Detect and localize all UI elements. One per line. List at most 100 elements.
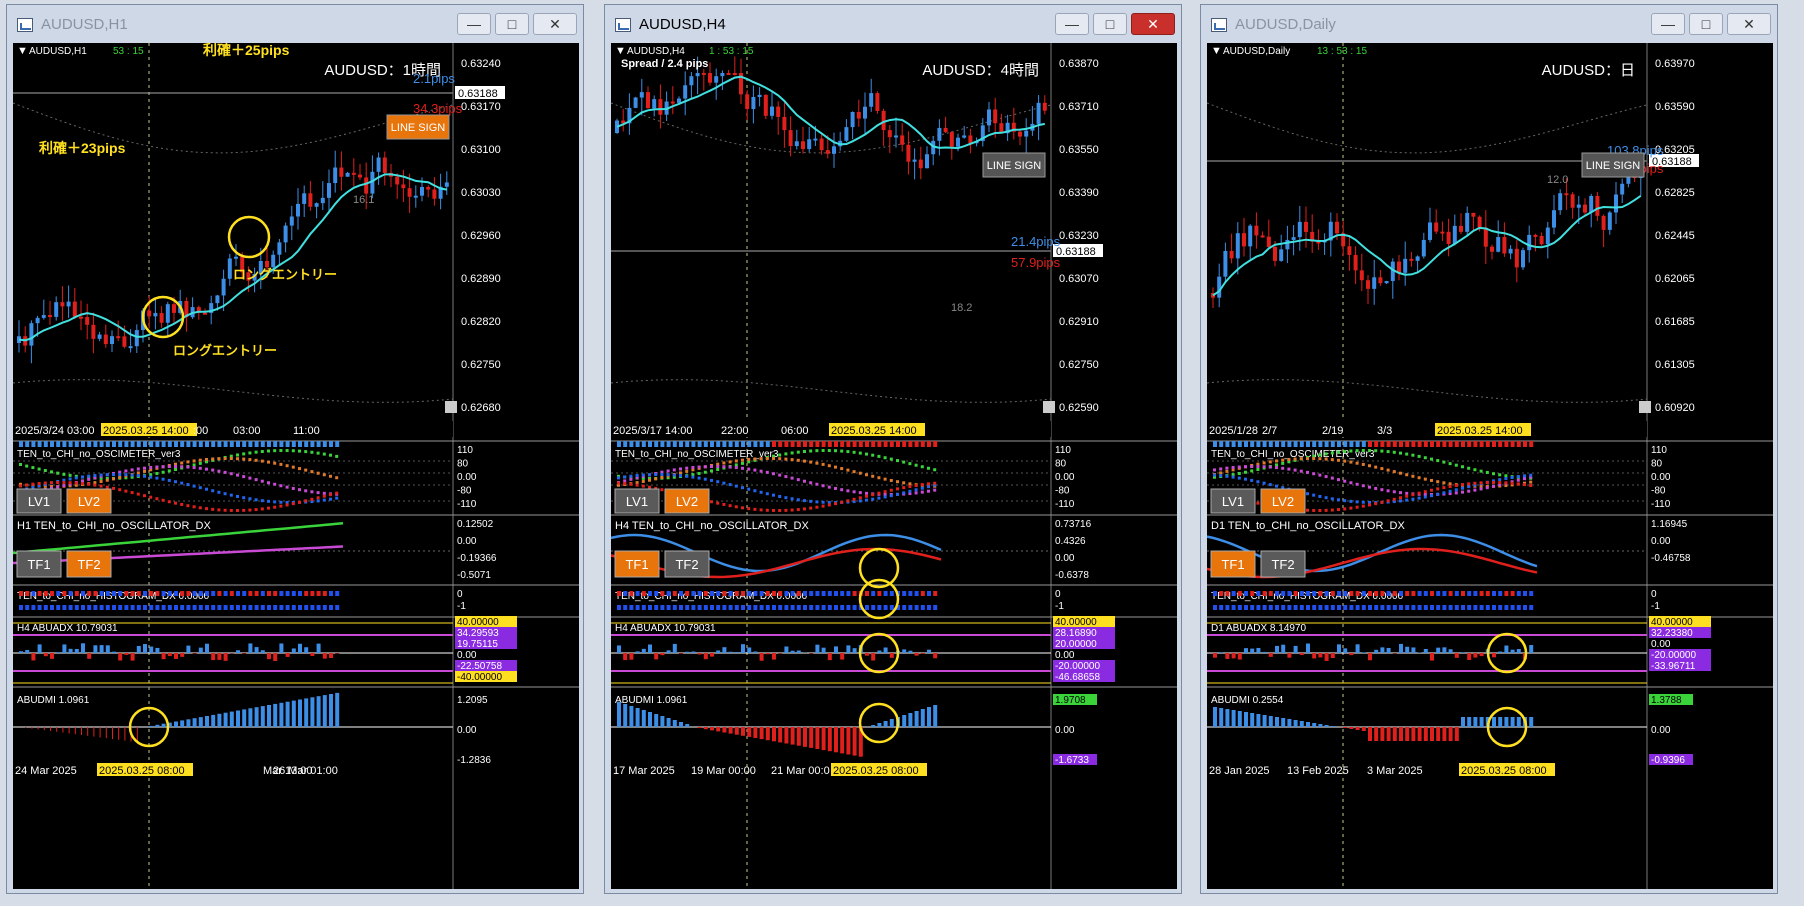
oscimeter-dot [877,496,881,500]
chart-area[interactable]: 0.63870 0.63710 0.63550 0.63390 0.63230 0.630… [611,43,1177,889]
adx-pane[interactable]: D1 ABUADX 8.1497040.0000032.233800.00-20… [1207,616,1711,684]
symbol-label: AUDUSD,Daily [1223,46,1290,57]
histogram-pane[interactable]: TEN_to_CHI_no_HISTOGRAM_DX 0.0000 0-1 [1211,589,1660,612]
histogram-pane[interactable]: TEN_to_CHI_no_HISTOGRAM_DX 0.0000 0-1 [615,589,1064,612]
oscimeter-dot [753,507,757,511]
lv1-button[interactable]: LV1 [614,488,660,514]
maximize-button[interactable]: □ [495,13,529,35]
oscimeter-dot [1467,466,1471,470]
dmi-pane[interactable]: ABUDMI 1.0961 1.20950.00-1.2836 [13,692,491,766]
adx-bar [883,647,888,653]
collapse-icon[interactable]: ▼ [17,45,28,57]
oscimeter-pane[interactable]: TEN_to_CHI_no_OSCIMETER_ver3 110800.00-80… [611,445,1075,514]
oscimeter-dot [759,508,763,512]
trend-strip-cell [1510,441,1515,447]
oscillator-dx-pane[interactable]: H1 TEN_to_CHI_no_OSCILLATOR_DX 0.125020.0… [13,519,497,581]
candle-body [401,184,406,189]
histogram-pane[interactable]: TEN_to_CHI_no_HISTOGRAM_DX 0.0000 0-1 [17,589,466,612]
oscimeter-dot [865,491,868,495]
collapse-icon[interactable]: ▼ [615,45,626,57]
minimize-button[interactable]: — [1055,13,1089,35]
line-sign-button[interactable]: LINE SIGN [1581,152,1645,178]
scroll-plus-icon[interactable] [1043,401,1055,413]
line-sign-button[interactable]: LINE SIGN [386,114,450,140]
trend-strip-cell [1399,441,1403,447]
time-tick-label: 06:00 [781,425,809,437]
oscimeter-dot [1275,463,1278,467]
maximize-button[interactable]: □ [1689,13,1723,35]
histogram-cell [229,605,234,610]
candle-body [776,106,781,117]
close-button[interactable]: ✕ [533,13,577,35]
scroll-plus-icon[interactable] [445,401,457,413]
histogram-cell [654,605,659,610]
oscimeter-dot [1281,461,1285,465]
candle-body [701,73,706,75]
tf2-button[interactable]: TF2 [1260,550,1306,578]
lv2-button[interactable]: LV2 [1260,488,1306,514]
candle-body [1366,280,1370,289]
oscimeter-pane[interactable]: TEN_to_CHI_no_OSCIMETER_ver3 110800.00-80… [1207,445,1671,514]
moving-average [18,173,447,342]
adx-pane[interactable]: H4 ABUADX 10.7903140.0000028.1689020.000… [611,616,1115,684]
dmi-bar [1411,727,1416,741]
lv2-button[interactable]: LV2 [664,488,710,514]
histogram-cell [19,605,23,610]
chart-window-1[interactable]: AUDUSD,H4— □ ✕ 0.63870 0.63710 0.63550 0.63390… [604,4,1182,894]
dmi-bar [765,727,770,741]
dmi-pane[interactable]: ABUDMI 0.2554 1.37880.00-0.9396 [1207,694,1693,766]
histogram-cell [1237,591,1242,596]
dmi-bar [112,727,113,739]
oscimeter-dot [1479,481,1483,485]
bottom-date-axis: 28 Jan 2025 13 Feb 2025 3 Mar 2025 2025.03.… [1209,763,1555,777]
tf2-button[interactable]: TF2 [66,550,112,578]
histogram-cell [1430,605,1434,610]
trend-strip-cell [734,441,739,447]
chart-window-2[interactable]: AUDUSD,Daily — □ ✕ 0.63970 0.63590 0.63205 0.62… [1200,4,1778,894]
histogram-cell [865,591,869,596]
scroll-plus-icon[interactable] [1639,401,1651,413]
dmi-pane[interactable]: ABUDMI 1.0961 1.97080.00-1.6733 [611,694,1097,766]
close-button[interactable]: ✕ [1727,13,1771,35]
lv1-button[interactable]: LV1 [1210,488,1256,514]
oscimeter-pane[interactable]: TEN_to_CHI_no_OSCIMETER_ver3 110800.00-80… [13,445,477,514]
chart-area[interactable]: 0.63240 0.63170 0.63100 0.63030 0.62960 0.628… [13,43,579,889]
lv2-button[interactable]: LV2 [66,488,112,514]
price-pane[interactable]: 0.639700.635900.632050.628250.624450.620… [1207,43,1699,889]
oscimeter-dot [852,470,856,474]
candle-body [420,186,424,196]
maximize-button[interactable]: □ [1093,13,1127,35]
oscillator-dx-pane[interactable]: D1 TEN_to_CHI_no_OSCILLATOR_DX 1.169450.0… [1207,519,1691,579]
oscimeter-dot [716,501,720,505]
histogram-cell [192,591,197,596]
histogram-cell [728,591,733,596]
line-sign-button[interactable]: LINE SIGN [982,152,1046,178]
oscimeter-dot [1324,475,1328,479]
minimize-button[interactable]: — [1651,13,1685,35]
histogram-cell [68,605,73,610]
tf1-button[interactable]: TF1 [614,550,660,578]
collapse-icon[interactable]: ▼ [1211,45,1222,57]
chart-area[interactable]: 0.63970 0.63590 0.63205 0.62825 0.62445 0.620… [1207,43,1773,889]
window-titlebar[interactable]: AUDUSD,Daily — □ ✕ [1201,5,1777,43]
histogram-cell [1386,605,1391,610]
chart-window-0[interactable]: AUDUSD,H1— □ ✕ 0.63240 0.63170 0.63100 0.63030… [6,4,584,894]
tf1-button[interactable]: TF1 [1210,550,1256,578]
lv1-button[interactable]: LV1 [16,488,62,514]
adx-pane[interactable]: H4 ABUADX 10.7903140.0000034.2959319.751… [13,616,517,684]
tf2-button[interactable]: TF2 [664,550,710,578]
oscimeter-dot [1275,484,1278,488]
close-button[interactable]: ✕ [1131,13,1175,35]
tf1-button[interactable]: TF1 [16,550,62,578]
window-titlebar[interactable]: AUDUSD,H1— □ ✕ [7,5,583,43]
price-pane[interactable]: 0.632400.631700.631000.630300.629600.628… [13,43,505,889]
histogram-cell [1523,605,1527,610]
candle-body [788,130,793,147]
price-pane[interactable]: 0.638700.637100.635500.633900.632300.630… [611,43,1103,889]
oscillator-dx-pane[interactable]: H4 TEN_to_CHI_no_OSCILLATOR_DX 0.737160.4… [611,519,1092,581]
window-titlebar[interactable]: AUDUSD,H4— □ ✕ [605,5,1181,43]
oscimeter-dot [865,473,868,477]
histogram-cell [877,605,882,610]
oscimeter-dot [316,491,320,495]
minimize-button[interactable]: — [457,13,491,35]
